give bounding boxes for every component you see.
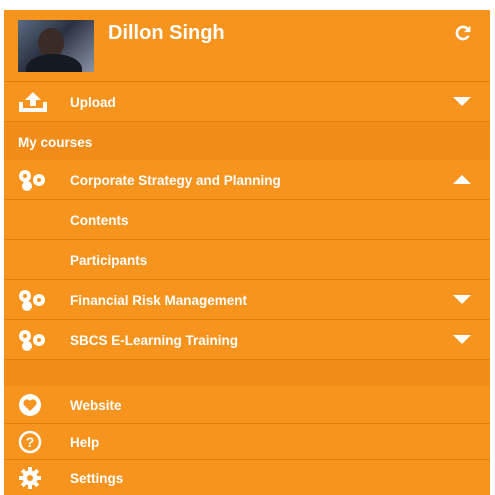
heart-icon — [19, 394, 41, 416]
chevron-down-icon[interactable] — [452, 294, 472, 306]
chevron-up-icon[interactable] — [452, 173, 472, 185]
avatar[interactable] — [18, 20, 94, 72]
section-spacer — [4, 360, 490, 386]
course-label: Corporate Strategy and Planning — [70, 173, 281, 188]
course-icon — [19, 170, 45, 191]
course-item[interactable]: SBCS E-Learning Training — [4, 320, 490, 360]
help-label: Help — [70, 435, 100, 450]
course-icon — [19, 290, 45, 311]
upload-icon — [19, 92, 47, 112]
profile-header: Dillon Singh — [4, 10, 490, 82]
upload-label: Upload — [70, 95, 116, 110]
help-item[interactable]: ? Help — [4, 424, 490, 460]
my-courses-heading: My courses — [18, 135, 93, 150]
course-item[interactable]: Corporate Strategy and Planning — [4, 160, 490, 200]
website-label: Website — [70, 398, 122, 413]
user-name: Dillon Singh — [108, 22, 225, 44]
course-icon — [19, 330, 45, 351]
course-child-item[interactable]: Participants — [4, 240, 490, 280]
contents-link: Contents — [70, 213, 129, 228]
chevron-down-icon[interactable] — [452, 96, 472, 108]
settings-label: Settings — [70, 471, 124, 486]
website-item[interactable]: Website — [4, 386, 490, 424]
settings-item[interactable]: Settings — [4, 460, 490, 495]
gear-icon — [19, 467, 41, 489]
chevron-down-icon[interactable] — [452, 334, 472, 346]
help-icon: ? — [18, 430, 42, 454]
my-courses-section: My courses — [4, 122, 490, 160]
navigation-drawer: Dillon Singh Upload My courses Corporate… — [4, 10, 490, 495]
refresh-icon[interactable] — [452, 22, 474, 44]
course-label: SBCS E-Learning Training — [70, 333, 239, 348]
course-item[interactable]: Financial Risk Management — [4, 280, 490, 320]
svg-text:?: ? — [26, 434, 35, 450]
upload-item[interactable]: Upload — [4, 82, 490, 122]
course-label: Financial Risk Management — [70, 293, 248, 308]
course-child-item[interactable]: Contents — [4, 200, 490, 240]
participants-link: Participants — [70, 253, 148, 268]
